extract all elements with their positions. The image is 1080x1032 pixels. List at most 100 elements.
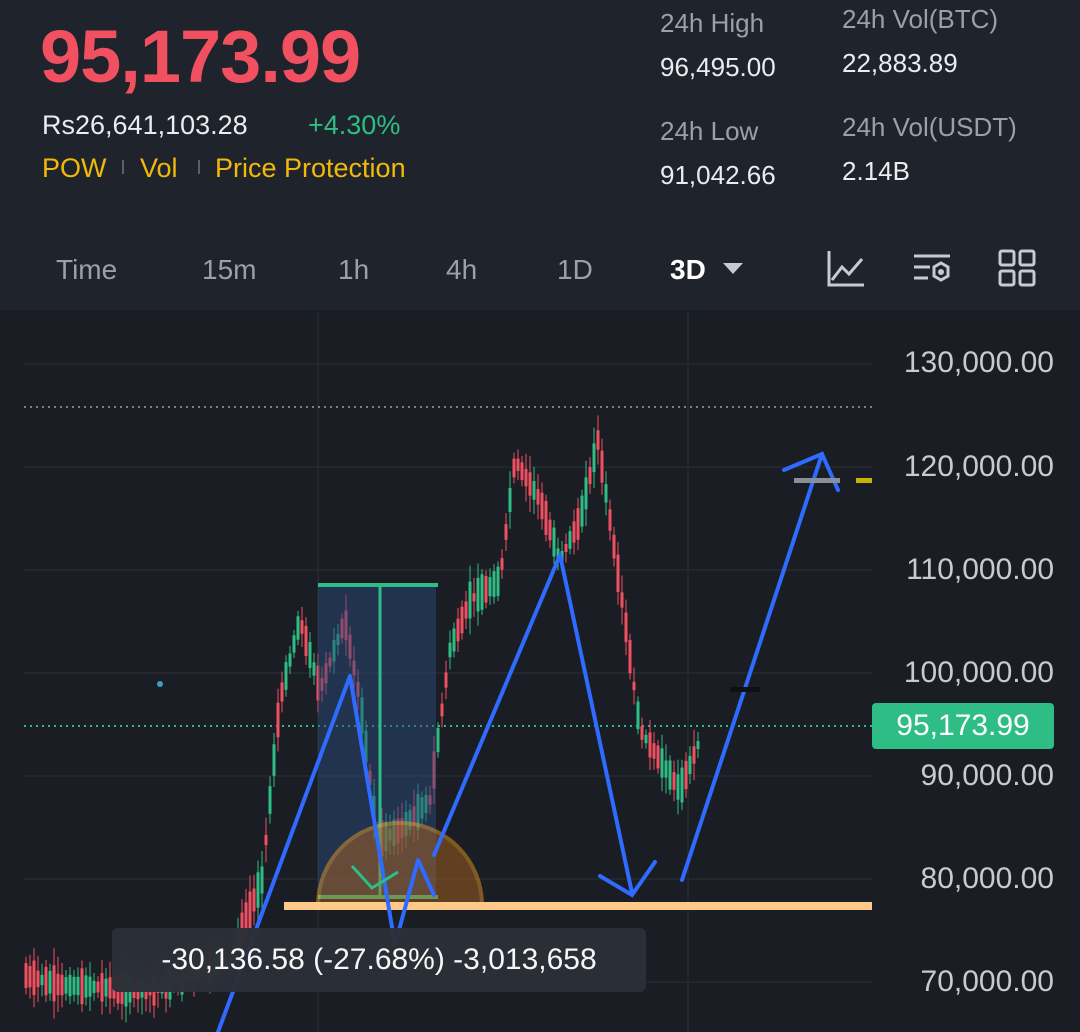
candle-body [96, 981, 100, 993]
candle-body [520, 462, 524, 481]
current-price-tag: 95,173.99 [872, 703, 1054, 749]
candle-body [592, 443, 596, 473]
candle-body [452, 628, 456, 652]
price-marker [794, 478, 840, 483]
candle-body [476, 577, 480, 612]
candle-body [276, 702, 280, 738]
candle-body [624, 612, 628, 643]
candle-body [612, 534, 616, 559]
candle-body [540, 492, 544, 520]
candle-body [680, 767, 684, 803]
candle-body [88, 976, 92, 997]
chart-grid [24, 312, 872, 1032]
annotation-arrow-line [432, 553, 562, 857]
y-axis-label-130000: 130,000.00 [903, 346, 1054, 379]
candle-body [616, 554, 620, 593]
candle-body [516, 458, 520, 472]
candle-body [24, 963, 28, 988]
candle-body [696, 740, 700, 750]
candle-body [600, 450, 604, 483]
candle-body [584, 477, 588, 510]
candle-body [504, 524, 508, 540]
candle-body [84, 975, 88, 998]
candle-body [272, 744, 276, 776]
candle-body [60, 974, 64, 996]
candle-body [32, 960, 36, 995]
candle-body [292, 635, 296, 653]
candle-body [288, 653, 292, 667]
candle-body [480, 574, 484, 610]
candlestick-chart[interactable] [0, 0, 1080, 1032]
candle-body [484, 576, 488, 603]
y-axis-label-120000: 120,000.00 [903, 450, 1054, 483]
y-axis-label-80000: 80,000.00 [920, 862, 1054, 895]
candle-body [580, 495, 584, 527]
y-axis-label-70000: 70,000.00 [920, 965, 1054, 998]
candle-body [664, 760, 668, 778]
candle-body [312, 662, 316, 676]
candle-body [608, 509, 612, 531]
candle-body [692, 746, 696, 764]
candle-body [468, 581, 472, 619]
candle-body [536, 489, 540, 505]
candle-body [564, 543, 568, 553]
candle-body [264, 834, 268, 846]
candle-body [588, 467, 592, 485]
candle-body [672, 772, 676, 790]
candle-body [628, 640, 632, 674]
candle-body [576, 508, 580, 540]
candle-body [548, 519, 552, 541]
candle-body [496, 566, 500, 596]
candle-body [40, 974, 44, 986]
candle-body [448, 642, 452, 658]
candle-body [436, 727, 440, 753]
candle-body [308, 642, 312, 668]
candle-body [464, 601, 468, 619]
candle-body [528, 472, 532, 496]
marker-dot [157, 681, 163, 687]
candle-body [660, 748, 664, 778]
candle-body [552, 527, 556, 557]
candle-body [300, 620, 304, 634]
candle-body [28, 966, 32, 988]
candle-body [444, 672, 448, 688]
candle-body [280, 682, 284, 702]
candle-body [80, 968, 84, 1005]
candle-body [636, 701, 640, 730]
candle-body [572, 521, 576, 543]
candle-body [260, 866, 264, 894]
candle-body [56, 973, 60, 996]
price-marker [730, 687, 760, 692]
candle-body [268, 786, 272, 814]
candle-body [248, 891, 252, 929]
candle-body [668, 760, 672, 790]
candle-body [656, 745, 660, 769]
candle-body [488, 577, 492, 597]
candle-body [36, 970, 40, 988]
price-marker [856, 478, 872, 483]
candle-body [492, 571, 496, 597]
candle-body [440, 703, 444, 717]
candle-body [640, 726, 644, 740]
candle-body [688, 755, 692, 775]
candle-body [92, 980, 96, 993]
candle-body [620, 592, 624, 608]
candle-body [508, 488, 512, 512]
candle-body [676, 774, 680, 800]
measure-tool-readout: -30,136.58 (-27.68%) -3,013,658 [112, 928, 646, 992]
candle-body [52, 965, 56, 1002]
candle-body [252, 888, 256, 912]
candle-body [460, 606, 464, 634]
candle-body [544, 501, 548, 535]
candle-body [532, 481, 536, 500]
candle-body [524, 468, 528, 487]
candle-body [632, 681, 636, 691]
y-axis-label-90000: 90,000.00 [920, 759, 1054, 792]
candle-body [652, 743, 656, 759]
candle-body [644, 734, 648, 744]
candle-body [284, 662, 288, 690]
candle-body [64, 977, 68, 994]
candle-body [472, 593, 476, 602]
candle-body [604, 484, 608, 503]
candle-body [456, 618, 460, 642]
